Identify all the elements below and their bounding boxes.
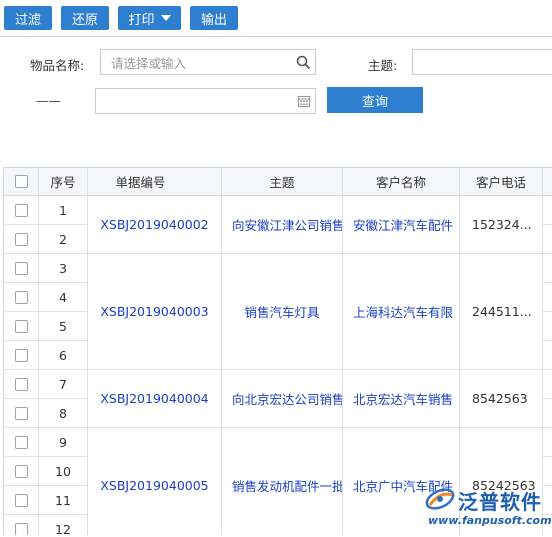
row-checkbox-cell [4, 428, 39, 457]
header-phone: 客户电话 [460, 168, 543, 196]
row-checkbox[interactable] [15, 378, 28, 391]
row-filler [543, 428, 552, 457]
row-seq: 4 [39, 283, 88, 312]
print-button[interactable]: 打印 [118, 6, 181, 30]
row-checkbox-cell [4, 312, 39, 341]
date-range-dash: —— [36, 93, 61, 108]
header-checkbox-cell [4, 168, 39, 196]
row-checkbox-cell [4, 486, 39, 515]
row-filler [543, 196, 552, 225]
row-seq: 3 [39, 254, 88, 283]
subject-cell[interactable]: 向安徽江津公司销售 [222, 196, 343, 254]
row-checkbox-cell [4, 196, 39, 225]
doc-no-link[interactable]: XSBJ2019040002 [88, 196, 222, 254]
row-checkbox[interactable] [15, 523, 28, 535]
row-filler [543, 457, 552, 486]
customer-cell[interactable]: 北京宏达汽车销售 [343, 370, 460, 428]
row-seq: 9 [39, 428, 88, 457]
row-checkbox[interactable] [15, 494, 28, 507]
print-label: 打印 [128, 12, 155, 28]
select-all-checkbox[interactable] [15, 175, 28, 188]
search-icon[interactable] [296, 55, 311, 70]
row-checkbox-cell [4, 515, 39, 535]
row-filler [543, 225, 552, 254]
row-filler [543, 312, 552, 341]
watermark-url: www.fanpusoft.com [428, 514, 552, 527]
row-seq: 10 [39, 457, 88, 486]
row-checkbox[interactable] [15, 465, 28, 478]
customer-cell[interactable]: 安徽江津汽车配件 [343, 196, 460, 254]
row-checkbox-cell [4, 399, 39, 428]
row-checkbox[interactable] [15, 262, 28, 275]
header-seq: 序号 [39, 168, 88, 196]
reset-button[interactable]: 还原 [61, 6, 109, 30]
row-checkbox[interactable] [15, 233, 28, 246]
item-name-placeholder: 请选择或输入 [111, 55, 187, 71]
subject-cell[interactable]: 销售发动机配件一批 [222, 428, 343, 535]
row-checkbox-cell [4, 283, 39, 312]
chevron-down-icon [160, 15, 171, 21]
row-seq: 8 [39, 399, 88, 428]
row-seq: 11 [39, 486, 88, 515]
row-filler [543, 370, 552, 399]
query-button[interactable]: 查询 [327, 87, 423, 113]
row-checkbox-cell [4, 457, 39, 486]
row-checkbox[interactable] [15, 407, 28, 420]
row-filler [543, 254, 552, 283]
export-button[interactable]: 输出 [190, 6, 238, 30]
doc-no-link[interactable]: XSBJ2019040005 [88, 428, 222, 535]
row-checkbox-cell [4, 254, 39, 283]
header-customer: 客户名称 [343, 168, 460, 196]
calendar-icon[interactable] [298, 95, 310, 107]
row-seq: 6 [39, 341, 88, 370]
date-input[interactable] [95, 88, 316, 114]
phone-cell: 244511... [460, 254, 543, 370]
customer-cell[interactable]: 上海科达汽车有限 [343, 254, 460, 370]
phone-cell: 8542563 [460, 370, 543, 428]
row-checkbox[interactable] [15, 349, 28, 362]
item-name-input[interactable]: 请选择或输入 [100, 49, 316, 75]
row-checkbox[interactable] [15, 320, 28, 333]
row-seq: 7 [39, 370, 88, 399]
doc-no-link[interactable]: XSBJ2019040003 [88, 254, 222, 370]
subject-cell[interactable]: 销售汽车灯具 [222, 254, 343, 370]
subject-input[interactable] [412, 49, 552, 75]
subject-cell[interactable]: 向北京宏达公司销售 [222, 370, 343, 428]
header-doc-no[interactable]: 单据编号 [88, 168, 285, 196]
row-seq: 1 [39, 196, 88, 225]
row-checkbox-cell [4, 341, 39, 370]
row-filler [543, 341, 552, 370]
subject-label: 主题: [368, 58, 398, 73]
item-name-label: 物品名称: [30, 58, 85, 73]
header-doc-no-label: 单据编号 [115, 175, 166, 190]
row-seq: 5 [39, 312, 88, 341]
header-subject: 主题 [222, 168, 343, 196]
row-checkbox-cell [4, 370, 39, 399]
row-seq: 12 [39, 515, 88, 535]
row-checkbox[interactable] [15, 291, 28, 304]
watermark-logo: 泛普软件 www.fanpusoft.com [418, 483, 552, 534]
toolbar-divider [0, 36, 552, 37]
doc-no-link[interactable]: XSBJ2019040004 [88, 370, 222, 428]
phone-cell: 152324... [460, 196, 543, 254]
header-filler [543, 168, 552, 196]
row-seq: 2 [39, 225, 88, 254]
filter-button[interactable]: 过滤 [4, 6, 52, 30]
row-filler [543, 283, 552, 312]
row-checkbox[interactable] [15, 204, 28, 217]
row-checkbox[interactable] [15, 436, 28, 449]
row-checkbox-cell [4, 225, 39, 254]
row-filler [543, 399, 552, 428]
watermark-brand: 泛普软件 [458, 490, 542, 514]
data-grid: 序号 单据编号 主题 客户名称 客户电话 XSBJ2019040002 向安徽江… [3, 167, 552, 535]
